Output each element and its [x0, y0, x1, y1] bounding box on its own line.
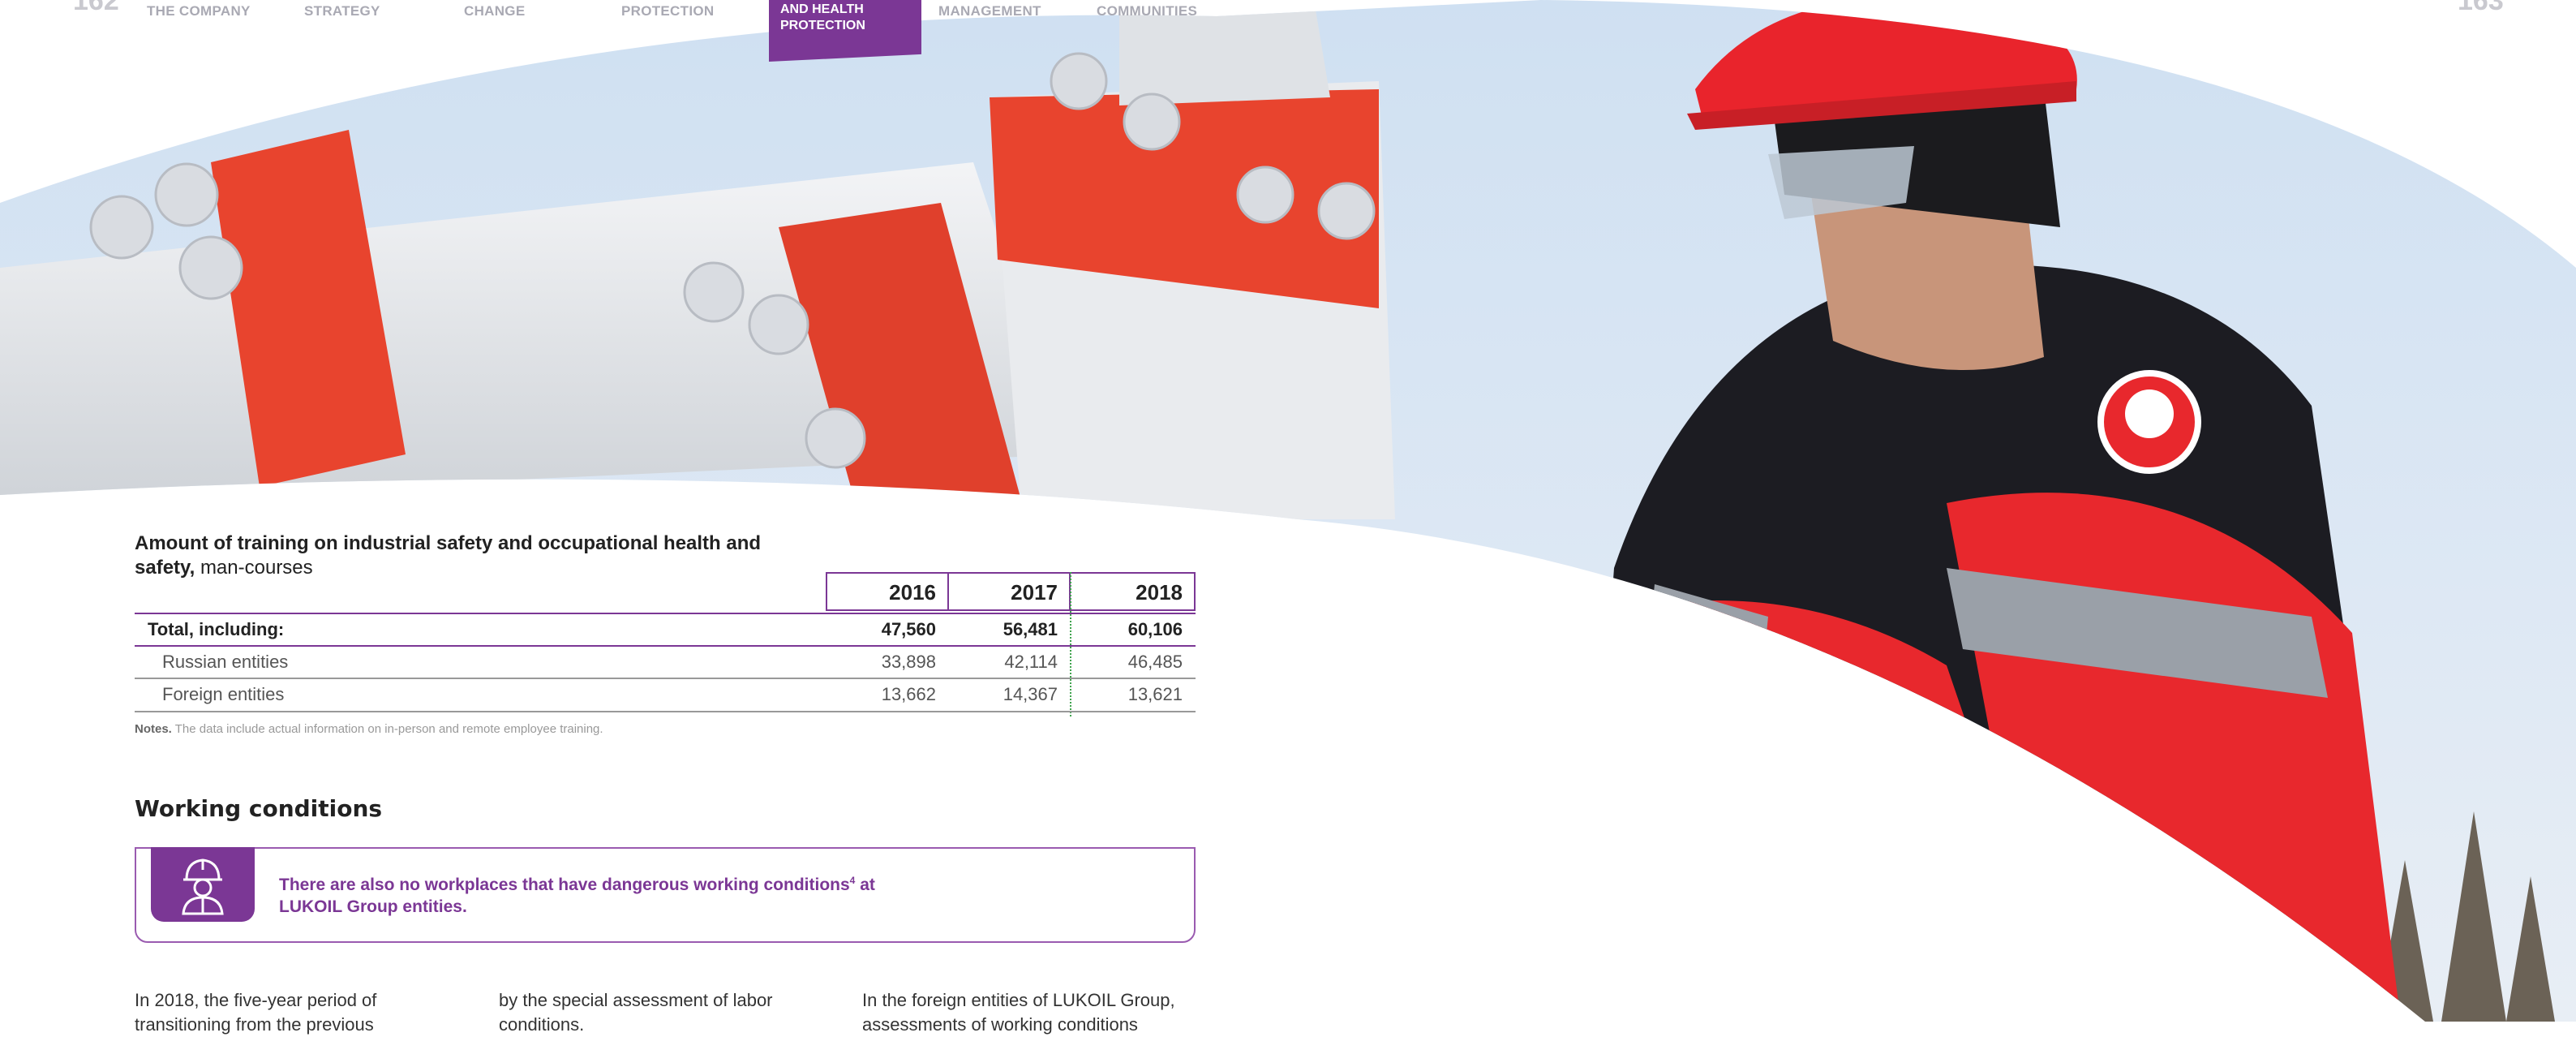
table-notes: Notes. The data include actual informati… — [135, 722, 603, 736]
table-header-row: 2016 2017 2018 — [826, 572, 1196, 613]
page-number-left: 162 — [73, 0, 119, 16]
table-row: Russian entities 33,898 42,114 46,485 — [135, 647, 1196, 678]
table-rule — [135, 711, 1196, 712]
notes-label: Notes. — [135, 722, 172, 736]
paragraph-column-3: In the foreign entities of LUKOIL Group,… — [862, 988, 1203, 1037]
cell-value: 14,367 — [1002, 684, 1058, 704]
page-number-right: 163 — [2458, 0, 2504, 16]
paragraph-line: In the foreign entities of LUKOIL Group, — [862, 990, 1175, 1010]
worker-helmet-icon — [151, 847, 255, 922]
cell-value: 13,662 — [881, 684, 936, 704]
callout-box: There are also no workplaces that have d… — [135, 847, 1196, 943]
nav-item-strategy[interactable]: STRATEGY — [304, 3, 380, 19]
table-title: Amount of training on industrial safety … — [135, 531, 784, 580]
paragraph-line: transitioning from the previous — [135, 1014, 374, 1035]
paragraph-column-1: In 2018, the five-year period of transit… — [135, 988, 459, 1037]
callout-text-line1-end: at — [855, 876, 875, 894]
year-header-2017: 2017 — [947, 572, 1071, 611]
notes-text: The data include actual information on i… — [174, 722, 603, 736]
nav-item-personnel-management[interactable]: MANAGEMENT — [938, 3, 1041, 19]
nav-item-local-communities[interactable]: COMMUNITIES — [1097, 3, 1197, 19]
year-header-2018: 2018 — [1069, 572, 1196, 611]
cell-value: 13,621 — [1127, 684, 1183, 704]
year-header-2016: 2016 — [826, 572, 949, 611]
paragraph-line: by the special assessment of labor — [499, 990, 773, 1010]
cell-value: 46,485 — [1127, 652, 1183, 672]
table-title-unit: man-courses — [200, 557, 313, 579]
paragraph-column-2: by the special assessment of labor condi… — [499, 988, 823, 1037]
callout-text-line2: LUKOIL Group entities. — [279, 897, 467, 916]
top-navigation: 162 163 THE COMPANY STRATEGY CHANGE PROT… — [0, 0, 2576, 65]
paragraph-line: conditions. — [499, 1014, 585, 1035]
callout-text-line1: There are also no workplaces that have d… — [279, 876, 850, 894]
section-title: Working conditions — [135, 795, 383, 822]
cell-value: 42,114 — [1004, 652, 1058, 672]
row-label: Russian entities — [162, 652, 289, 672]
nav-item-environment-protection[interactable]: PROTECTION — [621, 3, 714, 19]
nav-item-climate-change[interactable]: CHANGE — [464, 3, 525, 19]
table-row: Foreign entities 13,662 14,367 13,621 — [135, 679, 1196, 710]
row-label: Foreign entities — [162, 684, 285, 704]
cell-value: 56,481 — [1002, 619, 1058, 639]
paragraph-line: In 2018, the five-year period of — [135, 990, 377, 1010]
nav-active-line2: PROTECTION — [780, 19, 865, 32]
cell-value: 47,560 — [881, 619, 936, 639]
paragraph-line: assessments of working conditions — [862, 1014, 1138, 1035]
callout-text: There are also no workplaces that have d… — [279, 870, 895, 918]
cell-value: 60,106 — [1127, 619, 1183, 639]
table-row: Total, including: 47,560 56,481 60,106 — [135, 614, 1196, 645]
cell-value: 33,898 — [881, 652, 936, 672]
nav-item-active-health-protection[interactable]: AND HEALTH PROTECTION — [769, 0, 921, 62]
row-label: Total, including: — [148, 619, 285, 639]
nav-item-company[interactable]: THE COMPANY — [147, 3, 251, 19]
nav-active-line1: AND HEALTH — [780, 2, 864, 16]
